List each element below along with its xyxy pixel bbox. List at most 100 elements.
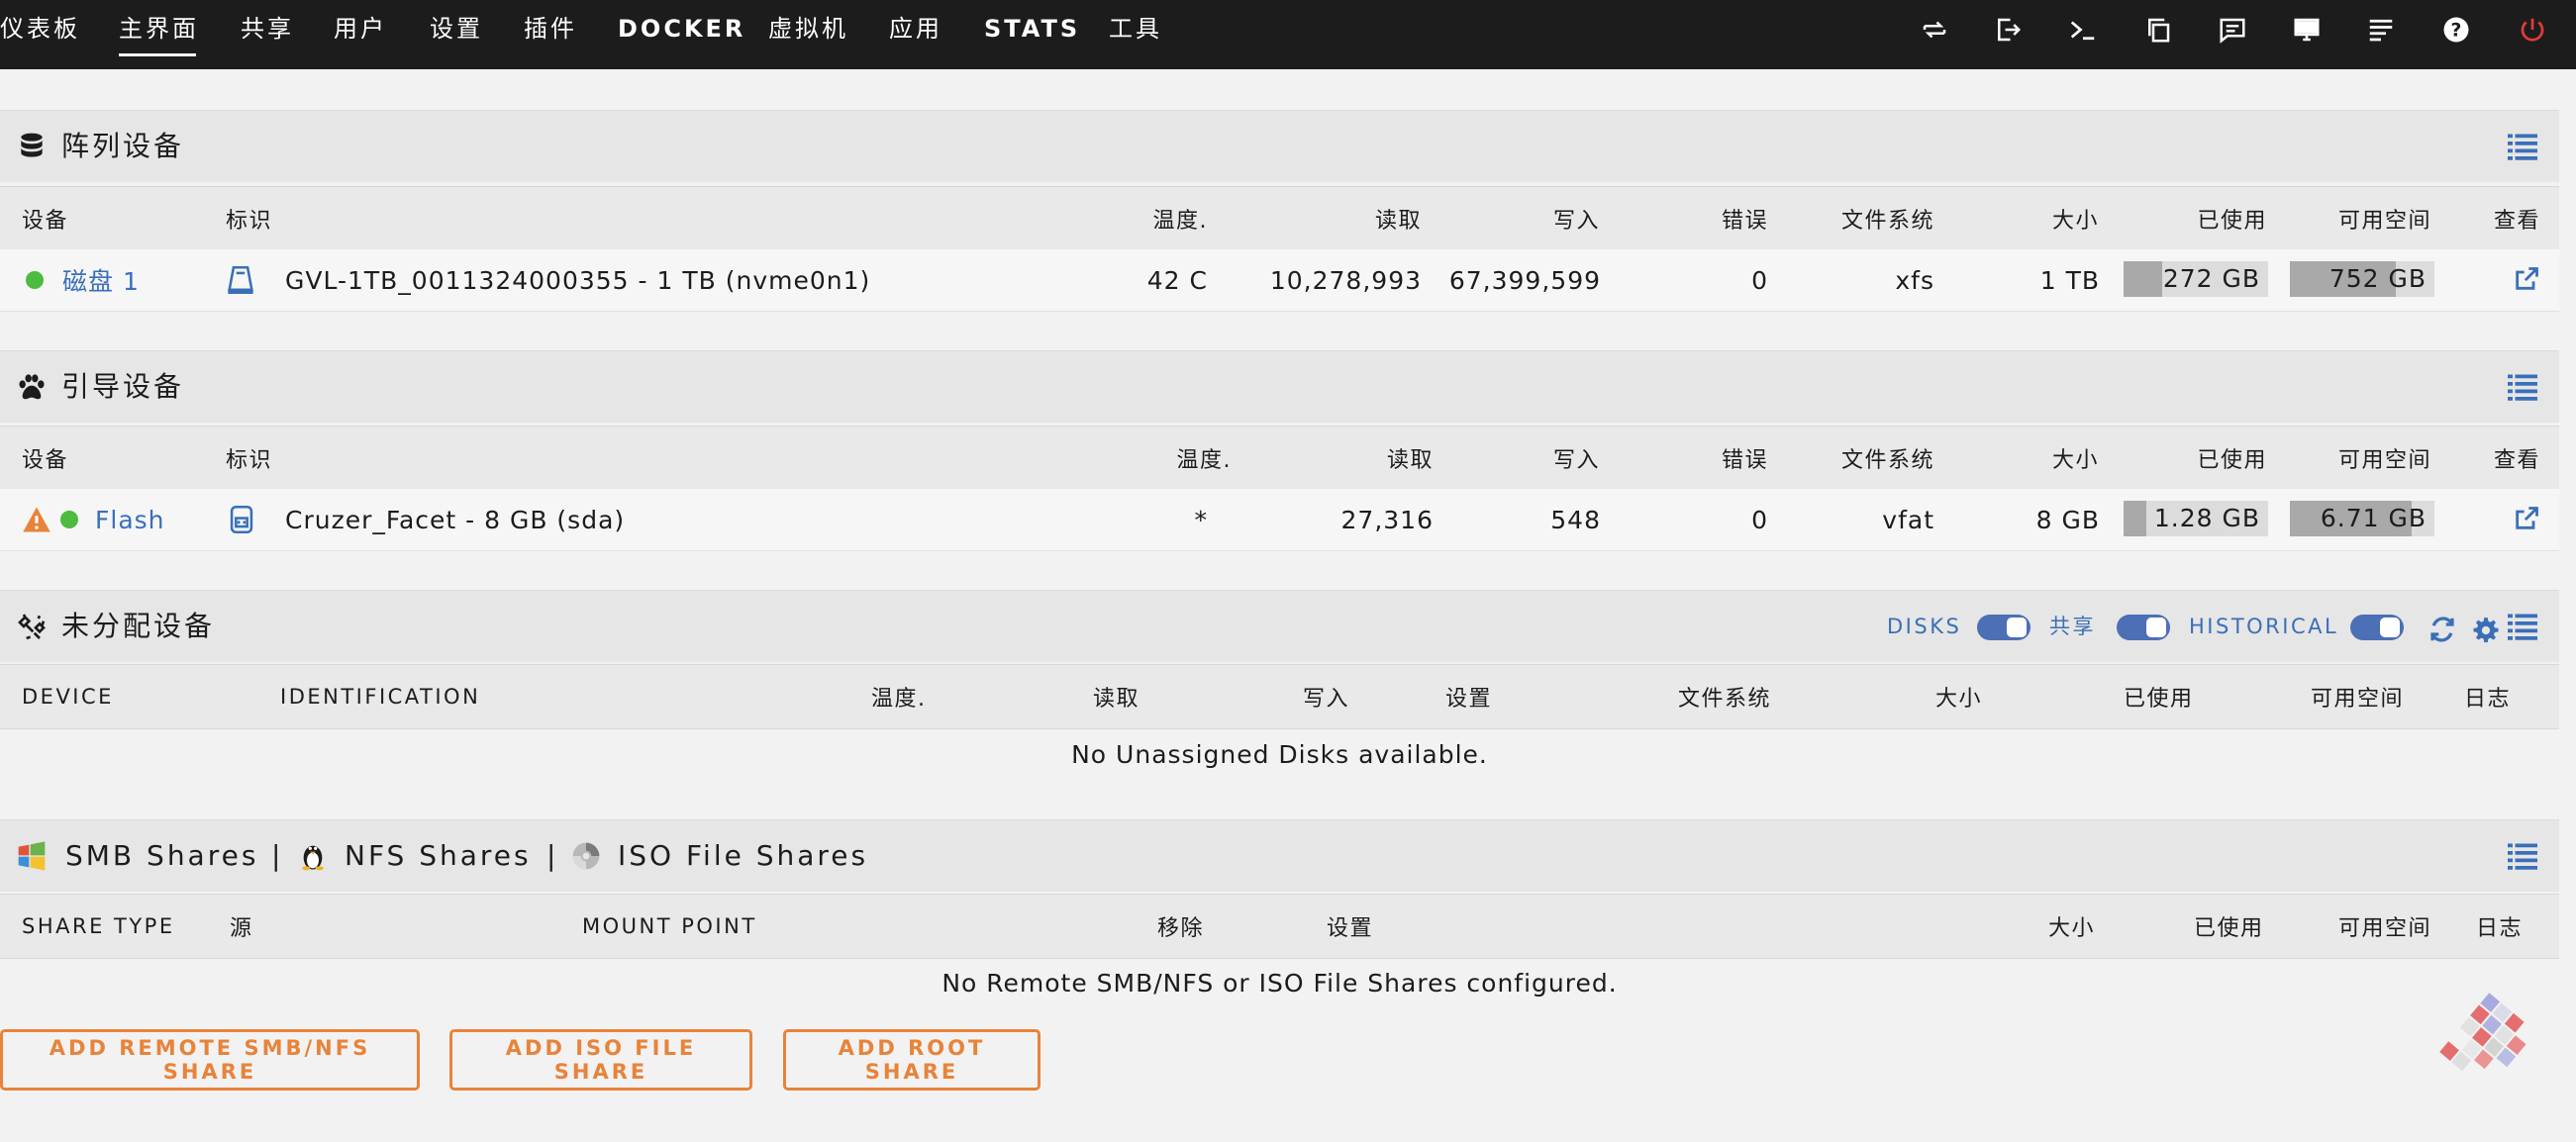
disk-filesystem: xfs <box>1895 265 1934 295</box>
external-link-icon[interactable] <box>2513 505 2540 532</box>
table-row: 磁盘 1 GVL-1TB_0011324000355 - 1 TB (nvme0… <box>0 249 2559 312</box>
col-filesystem: 文件系统 <box>1678 687 1772 712</box>
disks-toggle[interactable] <box>1977 615 2031 640</box>
refresh-icon[interactable] <box>2427 615 2457 644</box>
array-devices-header: 阵列设备 <box>0 110 2559 182</box>
disk-reads: 10,278,993 <box>1269 265 1422 295</box>
list-view-icon[interactable] <box>2508 613 2537 640</box>
col-writes: 写入 <box>1552 209 1600 234</box>
col-size: 大小 <box>1935 687 1983 712</box>
list-view-icon[interactable] <box>2508 373 2537 401</box>
nav-shares[interactable]: 共享 <box>241 0 294 69</box>
free-bar: 6.71 GB <box>2290 501 2434 536</box>
used-bar-fill <box>2124 501 2147 536</box>
external-link-icon[interactable] <box>2513 265 2540 293</box>
boot-devices-header: 引导设备 <box>0 350 2559 423</box>
col-writes: 写入 <box>1552 448 1600 473</box>
switch-icon[interactable] <box>1918 13 1951 47</box>
unassigned-devices-header: 未分配设备 DISKS 共享 HISTORICAL <box>0 590 2559 662</box>
flash-link[interactable]: Flash <box>95 489 165 550</box>
col-temp: 温度. <box>1176 448 1232 473</box>
col-size: 大小 <box>2048 916 2096 941</box>
col-filesystem: 文件系统 <box>1840 448 1934 473</box>
flash-identification: Cruzer_Facet - 8 GB (sda) <box>285 505 626 534</box>
used-value: 272 GB <box>2162 264 2260 293</box>
disks-toggle-label: DISKS <box>1887 615 1962 638</box>
col-errors: 错误 <box>1721 209 1768 234</box>
historical-toggle[interactable] <box>2350 615 2404 640</box>
logout-icon[interactable] <box>1991 13 2025 47</box>
svg-text:?: ? <box>2451 20 2462 41</box>
col-log: 日志 <box>2476 916 2524 941</box>
add-root-share-button[interactable]: ADD ROOT SHARE <box>783 1029 1040 1091</box>
nav-tools[interactable]: 工具 <box>1109 0 1162 69</box>
iso-file-shares-title: ISO File Shares <box>618 839 869 872</box>
status-dot <box>26 249 44 311</box>
nav-plugins[interactable]: 插件 <box>524 0 577 69</box>
historical-toggle-label: HISTORICAL <box>2189 615 2339 638</box>
list-view-icon[interactable] <box>2508 842 2537 870</box>
used-value: 1.28 GB <box>2153 504 2260 532</box>
gear-icon[interactable] <box>2472 617 2500 644</box>
col-reads: 读取 <box>1386 448 1434 473</box>
shares-toggle[interactable] <box>2117 615 2170 640</box>
copy-icon[interactable] <box>2141 13 2175 47</box>
col-size: 大小 <box>2051 448 2099 473</box>
flash-writes: 548 <box>1550 505 1601 534</box>
monitor-icon[interactable] <box>2290 13 2324 47</box>
title-separator: | <box>546 839 559 872</box>
power-icon[interactable] <box>2516 13 2549 47</box>
usb-drive-icon <box>225 489 258 550</box>
list-view-icon[interactable] <box>2508 133 2537 160</box>
no-shares-message: No Remote SMB/NFS or ISO File Shares con… <box>941 969 1618 998</box>
warning-icon <box>22 489 51 550</box>
flash-filesystem: vfat <box>1882 505 1934 534</box>
col-identification: 标识 <box>226 448 273 473</box>
used-bar: 272 GB <box>2124 261 2268 297</box>
col-share-type: SHARE TYPE <box>22 914 175 938</box>
unassigned-column-header: DEVICE IDENTIFICATION 温度. 读取 写入 设置 文件系统 … <box>0 664 2559 729</box>
nav-users[interactable]: 用户 <box>334 0 387 69</box>
col-writes: 写入 <box>1303 687 1350 712</box>
log-icon[interactable] <box>2364 13 2398 47</box>
add-iso-file-share-button[interactable]: ADD ISO FILE SHARE <box>449 1029 752 1091</box>
col-identification: 标识 <box>226 209 273 234</box>
status-dot <box>60 489 78 550</box>
shares-toggle-label: 共享 <box>2049 615 2096 638</box>
disk-1-link[interactable]: 磁盘 1 <box>62 249 140 311</box>
col-filesystem: 文件系统 <box>1840 209 1934 234</box>
used-bar: 1.28 GB <box>2124 501 2268 536</box>
nav-docker[interactable]: DOCKER <box>618 0 745 69</box>
flash-size: 8 GB <box>2035 505 2100 534</box>
help-icon[interactable]: ? <box>2439 13 2473 47</box>
nav-dashboard[interactable]: 仪表板 <box>0 0 80 69</box>
watermark-logo <box>2439 993 2526 1072</box>
paw-icon <box>19 374 45 400</box>
col-free: 可用空间 <box>2337 448 2431 473</box>
col-remove: 移除 <box>1157 916 1205 941</box>
col-source: 源 <box>230 916 253 941</box>
nav-apps[interactable]: 应用 <box>889 0 942 69</box>
nav-vms[interactable]: 虚拟机 <box>768 0 848 69</box>
nav-main[interactable]: 主界面 <box>119 0 199 69</box>
database-icon <box>21 133 43 157</box>
add-remote-smb-nfs-share-button[interactable]: ADD REMOTE SMB/NFS SHARE <box>0 1029 420 1091</box>
title-separator: | <box>271 839 284 872</box>
boot-column-header: 设备 标识 温度. 读取 写入 错误 文件系统 大小 已使用 可用空间 查看 <box>0 426 2559 491</box>
array-column-header: 设备 标识 温度. 读取 写入 错误 文件系统 大小 已使用 可用空间 查看 <box>0 186 2559 251</box>
feedback-icon[interactable] <box>2216 13 2249 47</box>
nav-stats[interactable]: STATS <box>984 0 1080 69</box>
free-value: 6.71 GB <box>2320 504 2427 532</box>
smb-shares-title: SMB Shares <box>65 839 259 872</box>
nav-settings[interactable]: 设置 <box>430 0 483 69</box>
col-device: 设备 <box>22 448 69 473</box>
col-mount-point: MOUNT POINT <box>582 914 757 938</box>
unassigned-devices-title: 未分配设备 <box>61 610 216 642</box>
col-errors: 错误 <box>1721 448 1768 473</box>
unplugged-icon <box>18 614 46 640</box>
terminal-icon[interactable] <box>2066 13 2100 47</box>
disk-size: 1 TB <box>2039 265 2100 295</box>
col-free: 可用空间 <box>2338 916 2432 941</box>
boot-devices-title: 引导设备 <box>61 370 185 403</box>
flash-errors: 0 <box>1751 505 1768 534</box>
